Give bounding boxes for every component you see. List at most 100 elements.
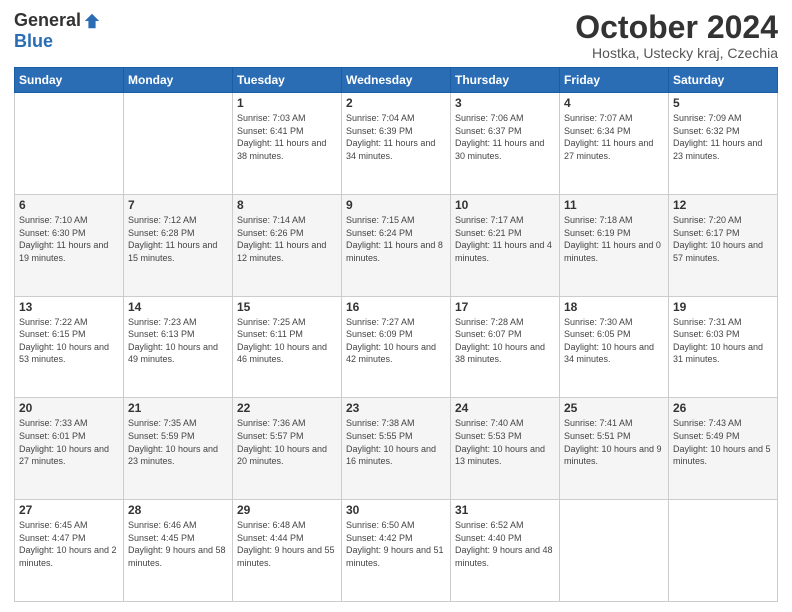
- weekday-header-wednesday: Wednesday: [342, 68, 451, 93]
- day-info: Sunrise: 7:43 AMSunset: 5:49 PMDaylight:…: [673, 417, 773, 467]
- calendar-cell: 25 Sunrise: 7:41 AMSunset: 5:51 PMDayligh…: [560, 398, 669, 500]
- calendar-cell: 20Sunrise: 7:33 AMSunset: 6:01 PMDayligh…: [15, 398, 124, 500]
- day-number: 26: [673, 401, 773, 415]
- calendar-cell: [669, 500, 778, 602]
- day-number: 23: [346, 401, 446, 415]
- day-info: Sunrise: 7:03 AMSunset: 6:41 PMDaylight:…: [237, 112, 337, 162]
- calendar-cell: 24 Sunrise: 7:40 AMSunset: 5:53 PMDayligh…: [451, 398, 560, 500]
- day-info: Sunrise: 6:45 AMSunset: 4:47 PMDaylight:…: [19, 519, 119, 569]
- weekday-header-saturday: Saturday: [669, 68, 778, 93]
- calendar-cell: 30 Sunrise: 6:50 AMSunset: 4:42 PMDayligh…: [342, 500, 451, 602]
- day-info: Sunrise: 6:46 AMSunset: 4:45 PMDaylight:…: [128, 519, 228, 569]
- day-info: Sunrise: 7:15 AMSunset: 6:24 PMDaylight:…: [346, 214, 446, 264]
- calendar-cell: 26 Sunrise: 7:43 AMSunset: 5:49 PMDayligh…: [669, 398, 778, 500]
- day-number: 24: [455, 401, 555, 415]
- calendar-cell: [560, 500, 669, 602]
- day-info: Sunrise: 7:41 AMSunset: 5:51 PMDaylight:…: [564, 417, 664, 467]
- day-number: 30: [346, 503, 446, 517]
- day-info: Sunrise: 7:25 AMSunset: 6:11 PMDaylight:…: [237, 316, 337, 366]
- day-info: Sunrise: 7:27 AMSunset: 6:09 PMDaylight:…: [346, 316, 446, 366]
- day-number: 4: [564, 96, 664, 110]
- calendar-cell: [15, 93, 124, 195]
- day-info: Sunrise: 7:40 AMSunset: 5:53 PMDaylight:…: [455, 417, 555, 467]
- day-info: Sunrise: 7:06 AMSunset: 6:37 PMDaylight:…: [455, 112, 555, 162]
- calendar-cell: 10 Sunrise: 7:17 AMSunset: 6:21 PMDayligh…: [451, 194, 560, 296]
- day-number: 27: [19, 503, 119, 517]
- day-info: Sunrise: 7:18 AMSunset: 6:19 PMDaylight:…: [564, 214, 664, 264]
- day-info: Sunrise: 7:31 AMSunset: 6:03 PMDaylight:…: [673, 316, 773, 366]
- calendar-cell: 16 Sunrise: 7:27 AMSunset: 6:09 PMDayligh…: [342, 296, 451, 398]
- day-number: 19: [673, 300, 773, 314]
- calendar-cell: 2 Sunrise: 7:04 AMSunset: 6:39 PMDaylight…: [342, 93, 451, 195]
- day-info: Sunrise: 7:36 AMSunset: 5:57 PMDaylight:…: [237, 417, 337, 467]
- calendar-cell: 22 Sunrise: 7:36 AMSunset: 5:57 PMDayligh…: [233, 398, 342, 500]
- logo-icon: [83, 12, 101, 30]
- day-number: 17: [455, 300, 555, 314]
- logo-blue-text: Blue: [14, 31, 53, 52]
- month-title: October 2024: [575, 10, 778, 45]
- calendar-cell: 15 Sunrise: 7:25 AMSunset: 6:11 PMDayligh…: [233, 296, 342, 398]
- weekday-header-tuesday: Tuesday: [233, 68, 342, 93]
- title-area: October 2024 Hostka, Ustecky kraj, Czech…: [575, 10, 778, 61]
- day-info: Sunrise: 7:38 AMSunset: 5:55 PMDaylight:…: [346, 417, 446, 467]
- weekday-header-friday: Friday: [560, 68, 669, 93]
- calendar-cell: 27 Sunrise: 6:45 AMSunset: 4:47 PMDayligh…: [15, 500, 124, 602]
- day-number: 21: [128, 401, 228, 415]
- calendar: SundayMondayTuesdayWednesdayThursdayFrid…: [14, 67, 778, 602]
- day-info: Sunrise: 7:23 AMSunset: 6:13 PMDaylight:…: [128, 316, 228, 366]
- calendar-cell: 1 Sunrise: 7:03 AMSunset: 6:41 PMDaylight…: [233, 93, 342, 195]
- day-number: 3: [455, 96, 555, 110]
- location: Hostka, Ustecky kraj, Czechia: [575, 45, 778, 61]
- day-number: 10: [455, 198, 555, 212]
- calendar-cell: 14Sunrise: 7:23 AMSunset: 6:13 PMDayligh…: [124, 296, 233, 398]
- day-info: Sunrise: 7:28 AMSunset: 6:07 PMDaylight:…: [455, 316, 555, 366]
- calendar-cell: 19 Sunrise: 7:31 AMSunset: 6:03 PMDayligh…: [669, 296, 778, 398]
- calendar-cell: 9 Sunrise: 7:15 AMSunset: 6:24 PMDaylight…: [342, 194, 451, 296]
- calendar-cell: 17 Sunrise: 7:28 AMSunset: 6:07 PMDayligh…: [451, 296, 560, 398]
- calendar-cell: 5Sunrise: 7:09 AMSunset: 6:32 PMDaylight…: [669, 93, 778, 195]
- day-number: 6: [19, 198, 119, 212]
- day-number: 28: [128, 503, 228, 517]
- calendar-cell: 6Sunrise: 7:10 AMSunset: 6:30 PMDaylight…: [15, 194, 124, 296]
- day-info: Sunrise: 7:04 AMSunset: 6:39 PMDaylight:…: [346, 112, 446, 162]
- day-number: 1: [237, 96, 337, 110]
- day-number: 20: [19, 401, 119, 415]
- day-number: 13: [19, 300, 119, 314]
- day-number: 8: [237, 198, 337, 212]
- calendar-cell: 4 Sunrise: 7:07 AMSunset: 6:34 PMDaylight…: [560, 93, 669, 195]
- calendar-cell: 18 Sunrise: 7:30 AMSunset: 6:05 PMDayligh…: [560, 296, 669, 398]
- day-number: 12: [673, 198, 773, 212]
- day-number: 11: [564, 198, 664, 212]
- logo: General Blue: [14, 10, 101, 52]
- day-number: 9: [346, 198, 446, 212]
- day-number: 29: [237, 503, 337, 517]
- calendar-cell: 29 Sunrise: 6:48 AMSunset: 4:44 PMDayligh…: [233, 500, 342, 602]
- day-info: Sunrise: 7:22 AMSunset: 6:15 PMDaylight:…: [19, 316, 119, 366]
- day-info: Sunrise: 6:52 AMSunset: 4:40 PMDaylight:…: [455, 519, 555, 569]
- day-info: Sunrise: 7:17 AMSunset: 6:21 PMDaylight:…: [455, 214, 555, 264]
- day-number: 15: [237, 300, 337, 314]
- day-info: Sunrise: 6:50 AMSunset: 4:42 PMDaylight:…: [346, 519, 446, 569]
- calendar-cell: 12 Sunrise: 7:20 AMSunset: 6:17 PMDayligh…: [669, 194, 778, 296]
- day-number: 25: [564, 401, 664, 415]
- day-number: 18: [564, 300, 664, 314]
- calendar-cell: 7 Sunrise: 7:12 AMSunset: 6:28 PMDaylight…: [124, 194, 233, 296]
- calendar-cell: [124, 93, 233, 195]
- weekday-header-monday: Monday: [124, 68, 233, 93]
- day-number: 2: [346, 96, 446, 110]
- day-info: Sunrise: 7:12 AMSunset: 6:28 PMDaylight:…: [128, 214, 228, 264]
- day-number: 16: [346, 300, 446, 314]
- day-info: Sunrise: 7:20 AMSunset: 6:17 PMDaylight:…: [673, 214, 773, 264]
- day-number: 7: [128, 198, 228, 212]
- calendar-cell: 13 Sunrise: 7:22 AMSunset: 6:15 PMDayligh…: [15, 296, 124, 398]
- calendar-cell: 23 Sunrise: 7:38 AMSunset: 5:55 PMDayligh…: [342, 398, 451, 500]
- day-info: Sunrise: 7:07 AMSunset: 6:34 PMDaylight:…: [564, 112, 664, 162]
- weekday-header-sunday: Sunday: [15, 68, 124, 93]
- day-number: 22: [237, 401, 337, 415]
- day-info: Sunrise: 7:09 AMSunset: 6:32 PMDaylight:…: [673, 112, 773, 162]
- logo-general-text: General: [14, 10, 81, 31]
- calendar-cell: 28 Sunrise: 6:46 AMSunset: 4:45 PMDayligh…: [124, 500, 233, 602]
- calendar-cell: 3 Sunrise: 7:06 AMSunset: 6:37 PMDaylight…: [451, 93, 560, 195]
- day-info: Sunrise: 7:30 AMSunset: 6:05 PMDaylight:…: [564, 316, 664, 366]
- day-info: Sunrise: 6:48 AMSunset: 4:44 PMDaylight:…: [237, 519, 337, 569]
